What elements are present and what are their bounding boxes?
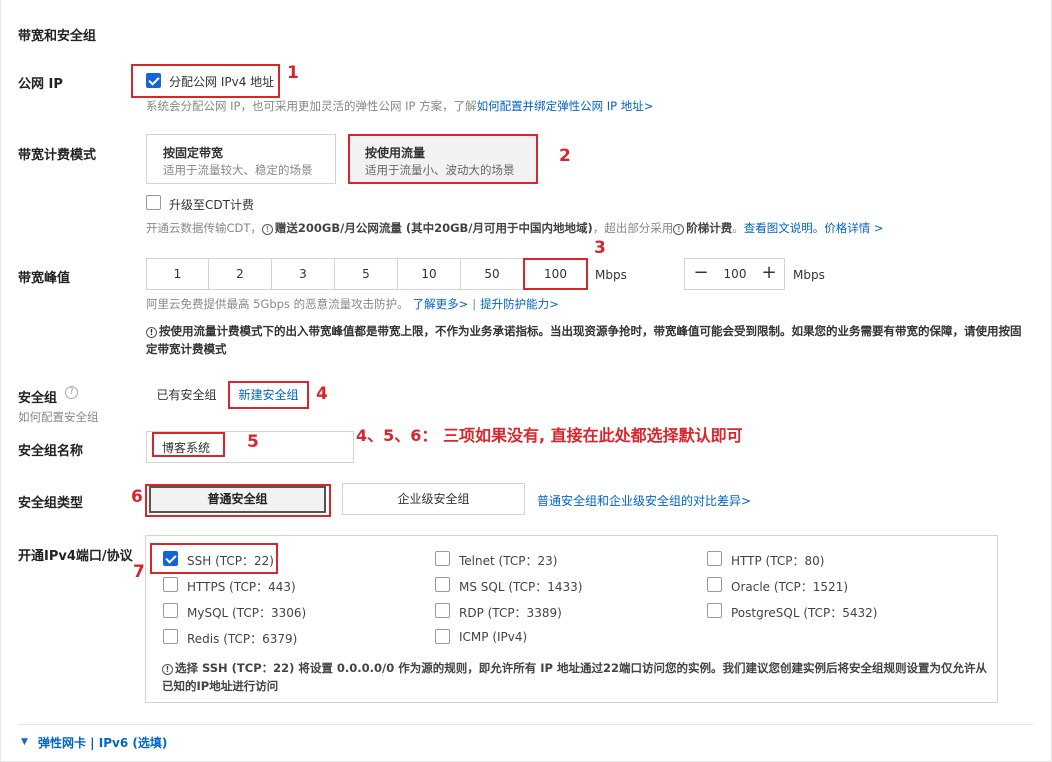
annotation-number-7: 7 xyxy=(133,562,145,582)
port-label-rdp[interactable]: RDP (TCP：3389) xyxy=(459,604,562,621)
port-label-postgresql[interactable]: PostgreSQL (TCP：5432) xyxy=(731,604,878,621)
tab-new-group[interactable]: 新建安全组 xyxy=(228,381,309,409)
type-normal-group[interactable]: 普通安全组 xyxy=(149,486,326,513)
stepper-value[interactable]: 100 xyxy=(717,259,753,289)
bandwidth-label: 带宽峰值 xyxy=(18,271,71,286)
type-enterprise-group[interactable]: 企业级安全组 xyxy=(342,483,525,515)
security-group-label: 安全组 xyxy=(18,391,58,406)
tab-existing-group[interactable]: 已有安全组 xyxy=(146,381,227,409)
port-checkbox-ssh[interactable] xyxy=(163,551,178,566)
caret-down-icon[interactable]: ▼ xyxy=(21,737,28,747)
section-title: 带宽和安全组 xyxy=(18,29,97,44)
billing-option-fixed-desc: 适用于流量较大、稳定的场景 xyxy=(163,163,313,177)
annotation-number-2: 2 xyxy=(559,146,571,166)
port-label-telnet[interactable]: Telnet (TCP：23) xyxy=(459,552,557,569)
public-ip-checkbox-label[interactable]: 分配公网 IPv4 地址 xyxy=(169,73,274,90)
bandwidth-stepper: − 100 + xyxy=(684,258,785,290)
public-ip-hint: 系统会分配公网 IP，也可采用更加灵活的弹性公网 IP 方案，了解如何配置并绑定… xyxy=(146,98,653,114)
cdt-link-guide[interactable]: 查看图文说明。 xyxy=(744,221,825,235)
port-label-http[interactable]: HTTP (TCP：80) xyxy=(731,552,824,569)
info-icon: ! xyxy=(162,664,173,675)
port-checkbox-redis[interactable] xyxy=(163,629,178,644)
annotation-number-4: 4 xyxy=(316,384,328,404)
port-checkbox-telnet[interactable] xyxy=(435,551,450,566)
bandwidth-hint-sep: | xyxy=(472,297,477,311)
port-checkbox-https[interactable] xyxy=(163,577,178,592)
port-checkbox-icmp[interactable] xyxy=(435,629,450,644)
ports-label: 开通IPv4端口/协议 xyxy=(18,549,133,564)
security-group-sub-hint[interactable]: 如何配置安全组 xyxy=(18,409,99,425)
cdt-checkbox-label[interactable]: 升级至CDT计费 xyxy=(169,196,254,213)
port-checkbox-rdp[interactable] xyxy=(435,603,450,618)
billing-option-traffic-title: 按使用流量 xyxy=(365,146,426,160)
port-label-oracle[interactable]: Oracle (TCP：1521) xyxy=(731,578,848,595)
info-icon: ! xyxy=(146,327,157,338)
port-checkbox-mssql[interactable] xyxy=(435,577,450,592)
bandwidth-hint-text: 阿里云免费提供最高 5Gbps 的恶意流量攻击防护。 xyxy=(146,297,409,311)
bandwidth-option-2[interactable]: 2 xyxy=(209,258,272,290)
bandwidth-option-100[interactable]: 100 xyxy=(523,258,588,290)
cdt-checkbox[interactable] xyxy=(146,195,161,210)
ports-note-text: 选择 SSH (TCP：22) 将设置 0.0.0.0/0 作为源的规则，即允许… xyxy=(162,661,987,693)
bandwidth-option-10[interactable]: 10 xyxy=(398,258,461,290)
cdt-hint-end: 。 xyxy=(732,221,744,235)
info-icon: ! xyxy=(673,224,685,235)
security-group-name-value: 博客系统 xyxy=(162,441,211,455)
nic-ipv6-toggle[interactable]: 弹性网卡 | IPv6 (选填) xyxy=(38,734,167,751)
info-icon: ! xyxy=(261,224,273,235)
stepper-unit: Mbps xyxy=(793,268,825,282)
annotation-number-6: 6 xyxy=(131,487,143,507)
bandwidth-option-50[interactable]: 50 xyxy=(461,258,524,290)
cdt-hint-bold2: 阶梯计费 xyxy=(686,221,733,235)
annotation-number-3: 3 xyxy=(594,238,606,258)
public-ip-hint-link[interactable]: 如何配置并绑定弹性公网 IP 地址> xyxy=(477,99,654,113)
type-compare-link[interactable]: 普通安全组和企业级安全组的对比差异> xyxy=(537,492,751,509)
stepper-plus-button[interactable]: + xyxy=(753,259,785,289)
port-label-icmp[interactable]: ICMP (IPv4) xyxy=(459,630,527,644)
security-group-name-label: 安全组名称 xyxy=(18,444,84,459)
bandwidth-link-learn[interactable]: 了解更多> xyxy=(413,297,469,311)
billing-option-fixed[interactable]: 按固定带宽 适用于流量较大、稳定的场景 xyxy=(146,134,336,184)
billing-option-traffic[interactable]: 按使用流量 适用于流量小、波动大的场景 xyxy=(348,134,538,184)
annotation-number-5: 5 xyxy=(247,432,259,452)
bandwidth-note-text: 按使用流量计费模式下的出入带宽峰值都是带宽上限，不作为业务承诺指标。当出现资源争… xyxy=(146,324,1022,356)
cdt-hint: 开通云数据传输CDT，! 赠送200GB/月公网流量 (其中20GB/月可用于中国… xyxy=(146,220,884,236)
public-ip-hint-text: 系统会分配公网 IP，也可采用更加灵活的弹性公网 IP 方案，了解 xyxy=(146,99,477,113)
footer-divider xyxy=(18,724,1033,725)
bandwidth-option-1[interactable]: 1 xyxy=(146,258,209,290)
bandwidth-hint: 阿里云免费提供最高 5Gbps 的恶意流量攻击防护。 了解更多> | 提升防护能力> xyxy=(146,296,559,312)
public-ip-label: 公网 IP xyxy=(18,77,63,92)
security-group-type-label: 安全组类型 xyxy=(18,496,84,511)
bandwidth-note: ! 按使用流量计费模式下的出入带宽峰值都是带宽上限，不作为业务承诺指标。当出现资源… xyxy=(146,322,1031,358)
help-icon[interactable]: ? xyxy=(65,386,78,399)
port-checkbox-oracle[interactable] xyxy=(707,577,722,592)
bandwidth-option-3[interactable]: 3 xyxy=(272,258,335,290)
public-ip-checkbox[interactable] xyxy=(146,73,161,88)
bandwidth-option-5[interactable]: 5 xyxy=(335,258,398,290)
port-label-ssh[interactable]: SSH (TCP：22) xyxy=(187,552,274,569)
annotation-number-1: 1 xyxy=(287,63,299,83)
port-label-mysql[interactable]: MySQL (TCP：3306) xyxy=(187,604,306,621)
annotation-note: 4、5、6： 三项如果没有, 直接在此处都选择默认即可 xyxy=(356,426,743,445)
port-checkbox-postgresql[interactable] xyxy=(707,603,722,618)
stepper-minus-button[interactable]: − xyxy=(685,259,717,289)
billing-option-fixed-title: 按固定带宽 xyxy=(163,146,224,160)
port-label-https[interactable]: HTTPS (TCP：443) xyxy=(187,578,296,595)
port-label-redis[interactable]: Redis (TCP：6379) xyxy=(187,630,297,647)
ports-note: ! 选择 SSH (TCP：22) 将设置 0.0.0.0/0 作为源的规则，即允… xyxy=(162,659,987,695)
cdt-hint-mid: ，超出部分采用 xyxy=(592,221,674,235)
port-label-mssql[interactable]: MS SQL (TCP：1433) xyxy=(459,578,583,595)
port-checkbox-mysql[interactable] xyxy=(163,603,178,618)
cdt-hint-bold: 赠送200GB/月公网流量 (其中20GB/月可用于中国内地地域) xyxy=(274,221,593,235)
billing-option-traffic-desc: 适用于流量小、波动大的场景 xyxy=(365,163,515,177)
bandwidth-unit: Mbps xyxy=(595,268,627,282)
cdt-hint-pre: 开通云数据传输CDT， xyxy=(146,221,262,235)
bandwidth-link-protect[interactable]: 提升防护能力> xyxy=(480,297,559,311)
port-checkbox-http[interactable] xyxy=(707,551,722,566)
cdt-link-price[interactable]: 价格详情 > xyxy=(824,221,883,235)
billing-label: 带宽计费模式 xyxy=(18,148,97,163)
